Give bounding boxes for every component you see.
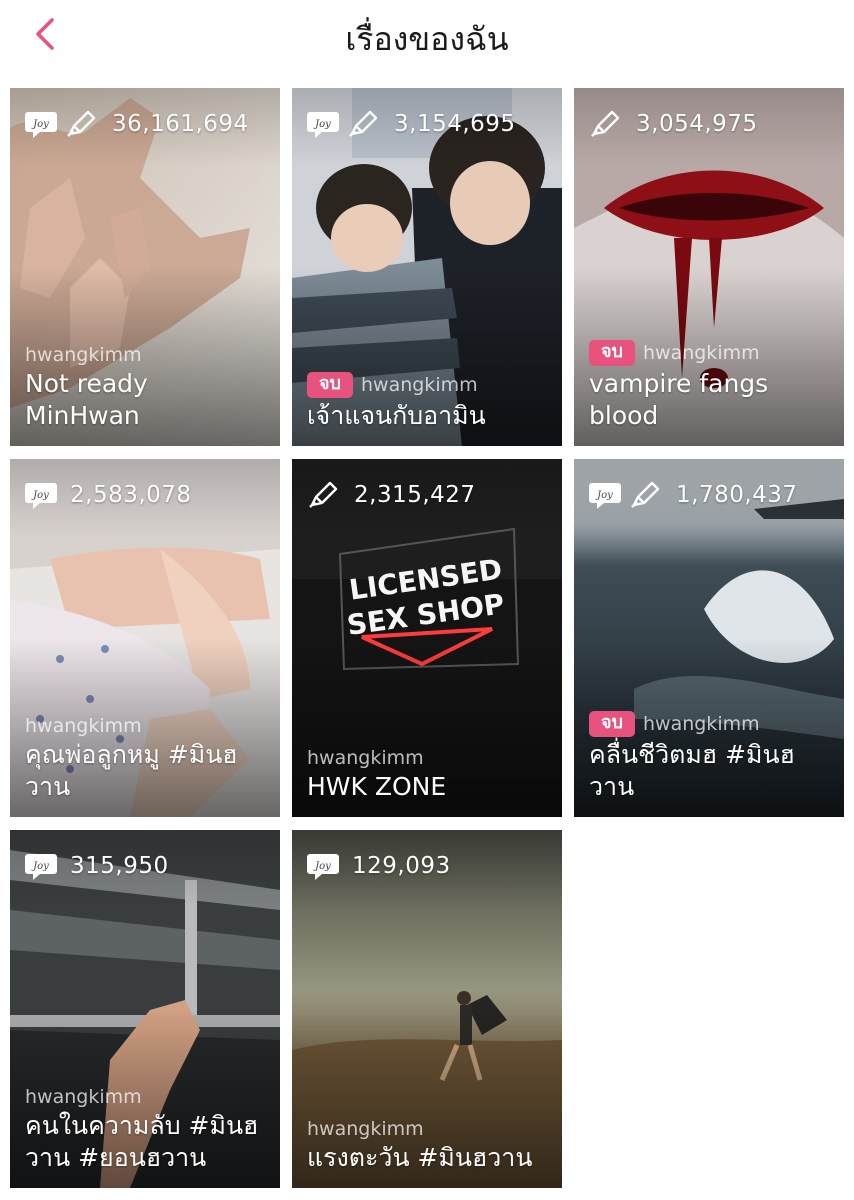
read-count: 315,950 [70, 853, 169, 879]
read-count: 2,583,078 [70, 482, 192, 508]
svg-text:Joy: Joy [313, 861, 331, 872]
author-name: hwangkimm [25, 344, 142, 366]
pen-icon [67, 110, 96, 137]
story-title: คุณพ่อลูกหมู #มินฮวาน [25, 740, 238, 801]
story-card[interactable]: LICENSED SEX SHOP 2,315,427 hwangkimm HW… [292, 459, 562, 817]
story-card[interactable]: Joy 3,154,695 จบ hwangkimm เจ้าแจนกับอาม… [292, 88, 562, 446]
stats-row: 2,315,427 [306, 477, 476, 513]
author-name: hwangkimm [25, 1086, 142, 1108]
finished-badge: จบ [589, 340, 635, 366]
pen-icon [591, 110, 620, 137]
stats-row: Joy 36,161,694 [24, 106, 249, 142]
read-count: 2,315,427 [354, 482, 476, 508]
story-card[interactable]: Joy 315,950 hwangkimm คนในความลับ #มินฮว… [10, 830, 280, 1188]
story-card[interactable]: Joy 2,583,078 hwangkimm คุณพ่อลูกหมู #มิ… [10, 459, 280, 817]
story-title: คลื่นชีวิตมฮ #มินฮวาน [589, 740, 795, 801]
story-card[interactable]: Joy 1,780,437 จบ hwangkimm คลื่นชีวิตมฮ … [574, 459, 844, 817]
author-name: hwangkimm [360, 374, 478, 396]
author-name: hwangkimm [307, 747, 424, 769]
read-count: 1,780,437 [676, 482, 798, 508]
stats-row: Joy 3,154,695 [306, 106, 516, 142]
author-name: hwangkimm [642, 342, 760, 364]
story-title: เจ้าแจนกับอามิน [307, 401, 486, 430]
stats-row: Joy 129,093 [306, 848, 451, 884]
joy-icon: Joy [25, 483, 57, 509]
stats-row: Joy 315,950 [24, 848, 169, 884]
author-name: hwangkimm [25, 715, 142, 737]
joy-icon: Joy [307, 112, 339, 138]
page-title: เรื่องของฉัน [345, 20, 509, 58]
read-count: 36,161,694 [112, 111, 249, 137]
svg-text:Joy: Joy [31, 861, 49, 872]
svg-text:Joy: Joy [31, 490, 49, 501]
joy-icon: Joy [25, 854, 57, 880]
joy-icon: Joy [25, 112, 57, 138]
stats-row: Joy 2,583,078 [24, 477, 192, 513]
top-bar: เรื่องของฉัน [0, 0, 854, 72]
story-title: HWK ZONE [307, 772, 447, 801]
finished-badge: จบ [307, 372, 353, 398]
svg-text:Joy: Joy [313, 119, 331, 130]
read-count: 129,093 [352, 853, 451, 879]
story-title: Not ready MinHwan [25, 369, 148, 430]
pen-icon [631, 481, 660, 508]
author-name: hwangkimm [642, 713, 760, 735]
story-card[interactable]: Joy 129,093 hwangkimm แรงตะวัน #มินฮวาน [292, 830, 562, 1188]
story-title: vampire fangs blood [589, 369, 769, 430]
read-count: 3,154,695 [394, 111, 516, 137]
svg-text:Joy: Joy [595, 490, 613, 501]
stats-row: 3,054,975 [588, 106, 758, 142]
story-title: คนในความลับ #มินฮวาน #ยอนฮวาน [25, 1111, 259, 1172]
pen-icon [349, 110, 378, 137]
joy-icon: Joy [307, 854, 339, 880]
story-title: แรงตะวัน #มินฮวาน [307, 1143, 533, 1172]
stats-row: Joy 1,780,437 [588, 477, 798, 513]
finished-badge: จบ [589, 711, 635, 737]
story-card[interactable]: Joy 36,161,694 hwangkimm Not ready MinHw… [10, 88, 280, 446]
read-count: 3,054,975 [636, 111, 758, 137]
joy-icon: Joy [589, 483, 621, 509]
pen-icon [309, 481, 338, 508]
author-name: hwangkimm [307, 1118, 424, 1140]
svg-text:Joy: Joy [31, 119, 49, 130]
story-card[interactable]: 3,054,975 จบ hwangkimm vampire fangs blo… [574, 88, 844, 446]
